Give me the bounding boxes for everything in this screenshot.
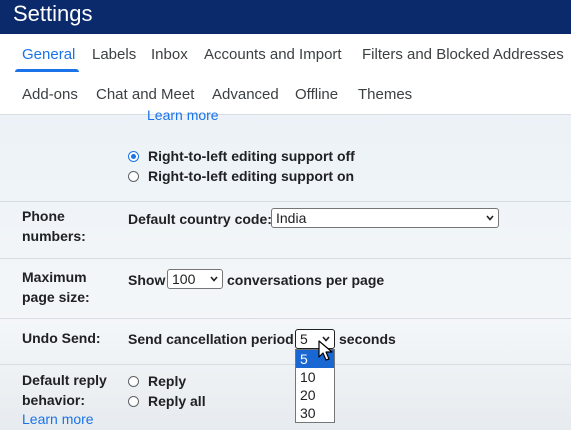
undo-send-prompt: Send cancellation period: [128, 331, 299, 347]
max-page-size-label: Maximum page size: [22, 269, 90, 305]
reply-radio[interactable] [128, 376, 139, 387]
country-code-select[interactable]: India [271, 208, 499, 228]
rtl-learn-more-link[interactable]: Learn more [147, 107, 219, 123]
page-size-suffix: conversations per page [227, 272, 385, 288]
rtl-off-radio[interactable] [128, 151, 139, 162]
chevron-down-icon [486, 215, 494, 221]
tab-filters-and-blocked-addresses[interactable]: Filters and Blocked Addresses [362, 46, 564, 64]
row-divider [0, 201, 571, 202]
tab-labels[interactable]: Labels [92, 46, 136, 64]
undo-send-option-20[interactable]: 20 [296, 386, 334, 404]
row-divider [0, 364, 571, 365]
rtl-on-radio[interactable] [128, 171, 139, 182]
row-divider [0, 258, 571, 259]
app-header: Settings [0, 0, 571, 34]
undo-send-suffix: seconds [339, 331, 396, 347]
active-tab-indicator [15, 69, 79, 72]
tab-add-ons[interactable]: Add-ons [22, 86, 78, 104]
tab-chat-and-meet[interactable]: Chat and Meet [96, 86, 194, 104]
reply-all-radio[interactable] [128, 396, 139, 407]
page-size-value: 100 [172, 271, 196, 287]
row-divider [0, 318, 571, 319]
reply-label[interactable]: Reply [148, 372, 186, 390]
default-reply-label: Default reply behavior: [22, 372, 107, 408]
tab-accounts-and-import[interactable]: Accounts and Import [204, 46, 342, 64]
rtl-off-label[interactable]: Right-to-left editing support off [148, 147, 355, 165]
country-code-prompt: Default country code: [128, 211, 272, 227]
phone-numbers-label: Phone numbers: [22, 208, 86, 244]
tab-inbox[interactable]: Inbox [151, 46, 188, 64]
settings-panel: Learn more Right-to-left editing support… [0, 107, 571, 430]
undo-send-option-30[interactable]: 30 [296, 404, 334, 422]
tab-themes[interactable]: Themes [358, 86, 412, 104]
page-size-select[interactable]: 100 [167, 269, 223, 289]
tab-general[interactable]: General [22, 46, 75, 64]
tab-offline[interactable]: Offline [295, 86, 338, 104]
tab-advanced[interactable]: Advanced [212, 86, 279, 104]
settings-tabs: General Labels Inbox Accounts and Import… [0, 34, 571, 115]
reply-learn-more-link[interactable]: Learn more [22, 411, 94, 427]
country-code-value: India [276, 210, 307, 226]
undo-send-label: Undo Send: [22, 330, 101, 346]
undo-send-period-value: 5 [300, 331, 308, 347]
reply-all-label[interactable]: Reply all [148, 392, 206, 410]
page-size-show-text: Show [128, 272, 166, 288]
chevron-down-icon [210, 276, 218, 282]
page-title: Settings [13, 1, 93, 26]
rtl-on-label[interactable]: Right-to-left editing support on [148, 167, 354, 185]
undo-send-option-10[interactable]: 10 [296, 368, 334, 386]
mouse-pointer-icon [318, 340, 333, 361]
